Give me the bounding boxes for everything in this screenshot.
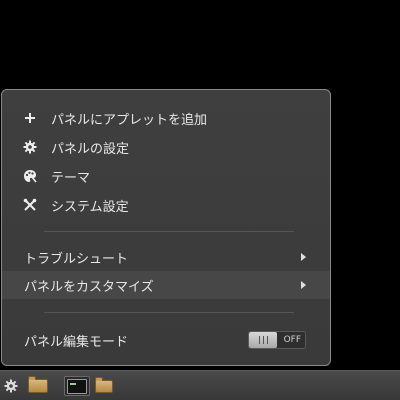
chevron-right-icon xyxy=(301,253,306,261)
menu-item-label: パネルをカスタマイズ xyxy=(24,279,154,295)
menu-item-panel-settings[interactable]: パネルの設定 xyxy=(2,133,330,161)
menu-item-label: パネル編集モード xyxy=(24,334,129,350)
menu-item-troubleshoot[interactable]: トラブルシュート xyxy=(2,243,330,271)
menu-item-label: パネルにアプレットを追加 xyxy=(51,112,208,128)
tools-icon xyxy=(22,197,38,213)
menu-item-label: トラブルシュート xyxy=(24,251,129,267)
toggle-knob xyxy=(249,332,277,348)
plus-icon xyxy=(22,110,38,126)
menu-separator xyxy=(44,312,294,313)
gear-icon[interactable] xyxy=(2,376,20,396)
menu-separator xyxy=(44,231,294,232)
desktop: パネルにアプレットを追加 パネルの設定 テーマ システム設定 トラブルシュート … xyxy=(0,0,400,400)
menu-item-label: パネルの設定 xyxy=(51,141,130,157)
terminal-icon[interactable] xyxy=(64,376,90,396)
chevron-right-icon xyxy=(301,281,306,289)
menu-item-panel-edit-mode[interactable]: パネル編集モード OFF xyxy=(2,326,330,354)
menu-item-themes[interactable]: テーマ xyxy=(2,162,330,190)
menu-item-label: テーマ xyxy=(51,170,91,186)
gear-icon xyxy=(22,139,38,155)
menu-item-add-applets[interactable]: パネルにアプレットを追加 xyxy=(2,104,330,132)
menu-item-customize-panel[interactable]: パネルをカスタマイズ xyxy=(2,271,330,299)
edit-mode-toggle[interactable]: OFF xyxy=(248,331,306,349)
bottom-panel xyxy=(0,370,400,400)
palette-icon xyxy=(22,168,38,184)
folder-icon[interactable] xyxy=(26,376,50,396)
panel-context-menu: パネルにアプレットを追加 パネルの設定 テーマ システム設定 トラブルシュート … xyxy=(1,89,331,366)
toggle-state: OFF xyxy=(283,335,301,345)
menu-item-system-settings[interactable]: システム設定 xyxy=(2,191,330,219)
folder-icon[interactable] xyxy=(93,376,115,396)
menu-item-label: システム設定 xyxy=(51,199,129,215)
